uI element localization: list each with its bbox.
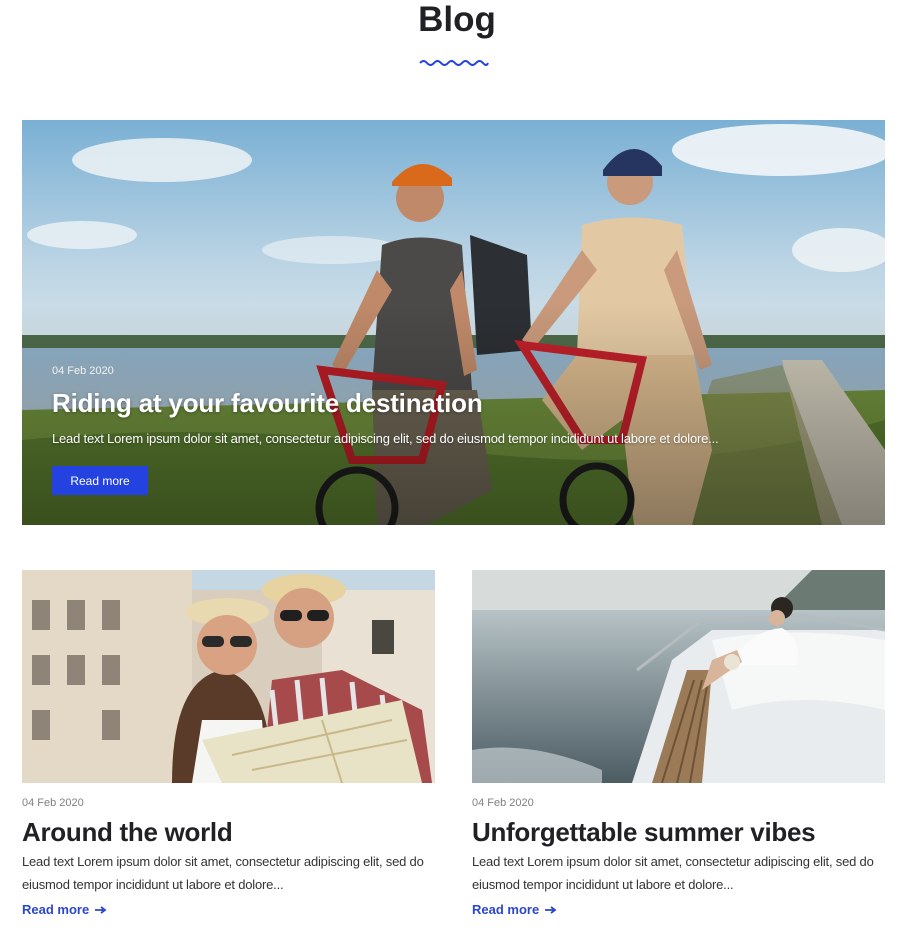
read-more-link[interactable]: Read more — [22, 902, 107, 917]
post-card-summer-vibes: 04 Feb 2020 Unforgettable summer vibes L… — [472, 570, 885, 919]
post-date: 04 Feb 2020 — [472, 797, 534, 809]
arrow-right-icon — [95, 905, 107, 914]
post-date: 04 Feb 2020 — [22, 797, 84, 809]
read-more-label: Read more — [472, 902, 540, 917]
post-title[interactable]: Unforgettable summer vibes — [472, 816, 885, 848]
post-lead-text: Lead text Lorem ipsum dolor sit amet, co… — [22, 854, 424, 892]
hero-lead-text: Lead text Lorem ipsum dolor sit amet, co… — [52, 431, 719, 446]
hero-image-cyclists — [22, 120, 885, 525]
post-image-travel-couple[interactable] — [22, 570, 435, 783]
page-title: Blog — [418, 0, 496, 39]
arrow-right-icon — [545, 905, 557, 914]
read-more-label: Read more — [22, 902, 90, 917]
hero-date: 04 Feb 2020 — [52, 365, 114, 377]
post-card-around-the-world: 04 Feb 2020 Around the world Lead text L… — [22, 570, 435, 919]
post-lead-text: Lead text Lorem ipsum dolor sit amet, co… — [472, 854, 874, 892]
hero-title[interactable]: Riding at your favourite destination — [52, 388, 483, 419]
post-image-yacht[interactable] — [472, 570, 885, 783]
featured-post[interactable]: 04 Feb 2020 Riding at your favourite des… — [22, 120, 885, 525]
post-title[interactable]: Around the world — [22, 816, 435, 848]
read-more-link[interactable]: Read more — [472, 902, 557, 917]
hero-read-more-button[interactable]: Read more — [52, 466, 148, 495]
wavy-underline-icon — [419, 60, 489, 66]
